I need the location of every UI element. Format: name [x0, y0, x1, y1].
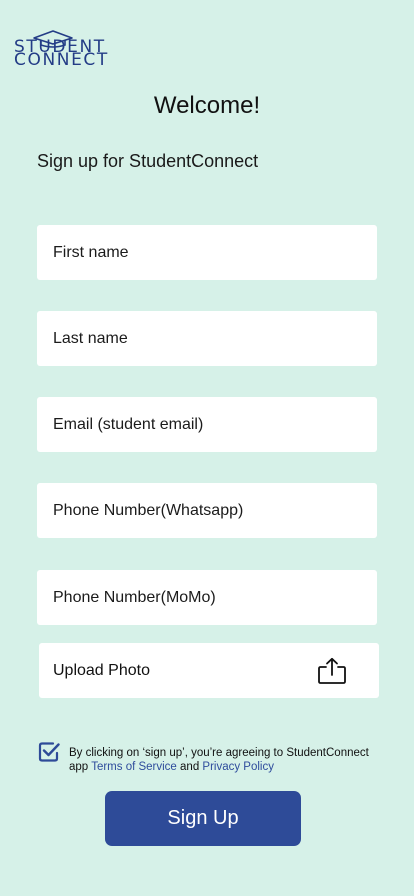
agreement-text-and: and — [176, 760, 203, 773]
first-name-field-container — [37, 225, 377, 280]
logo-text-connect: CONNECT — [14, 50, 109, 70]
phone-momo-field-container — [37, 570, 377, 625]
phone-whatsapp-field-container — [37, 483, 377, 538]
agreement-text: By clicking on ‘sign up’, you’re agreein… — [69, 747, 389, 774]
last-name-field-container — [37, 311, 377, 366]
page-subtitle: Sign up for StudentConnect — [37, 151, 259, 171]
terms-of-service-link[interactable]: Terms of Service — [91, 761, 177, 773]
sign-up-button[interactable]: Sign Up — [105, 791, 301, 846]
last-name-input[interactable] — [51, 328, 377, 349]
share-upload-icon[interactable] — [317, 657, 347, 685]
upload-photo-button[interactable]: Upload Photo — [39, 643, 379, 698]
first-name-input[interactable] — [51, 242, 377, 263]
privacy-policy-link[interactable]: Privacy Policy — [202, 761, 274, 773]
phone-whatsapp-input[interactable] — [51, 500, 377, 521]
email-field-container — [37, 397, 377, 452]
checkbox-checked-icon[interactable] — [38, 741, 60, 763]
upload-photo-label: Upload Photo — [53, 661, 150, 679]
phone-momo-input[interactable] — [51, 587, 377, 608]
page-title: Welcome! — [153, 92, 261, 119]
email-input[interactable] — [51, 414, 377, 435]
app-logo: STUDENT CONNECT — [14, 30, 118, 70]
